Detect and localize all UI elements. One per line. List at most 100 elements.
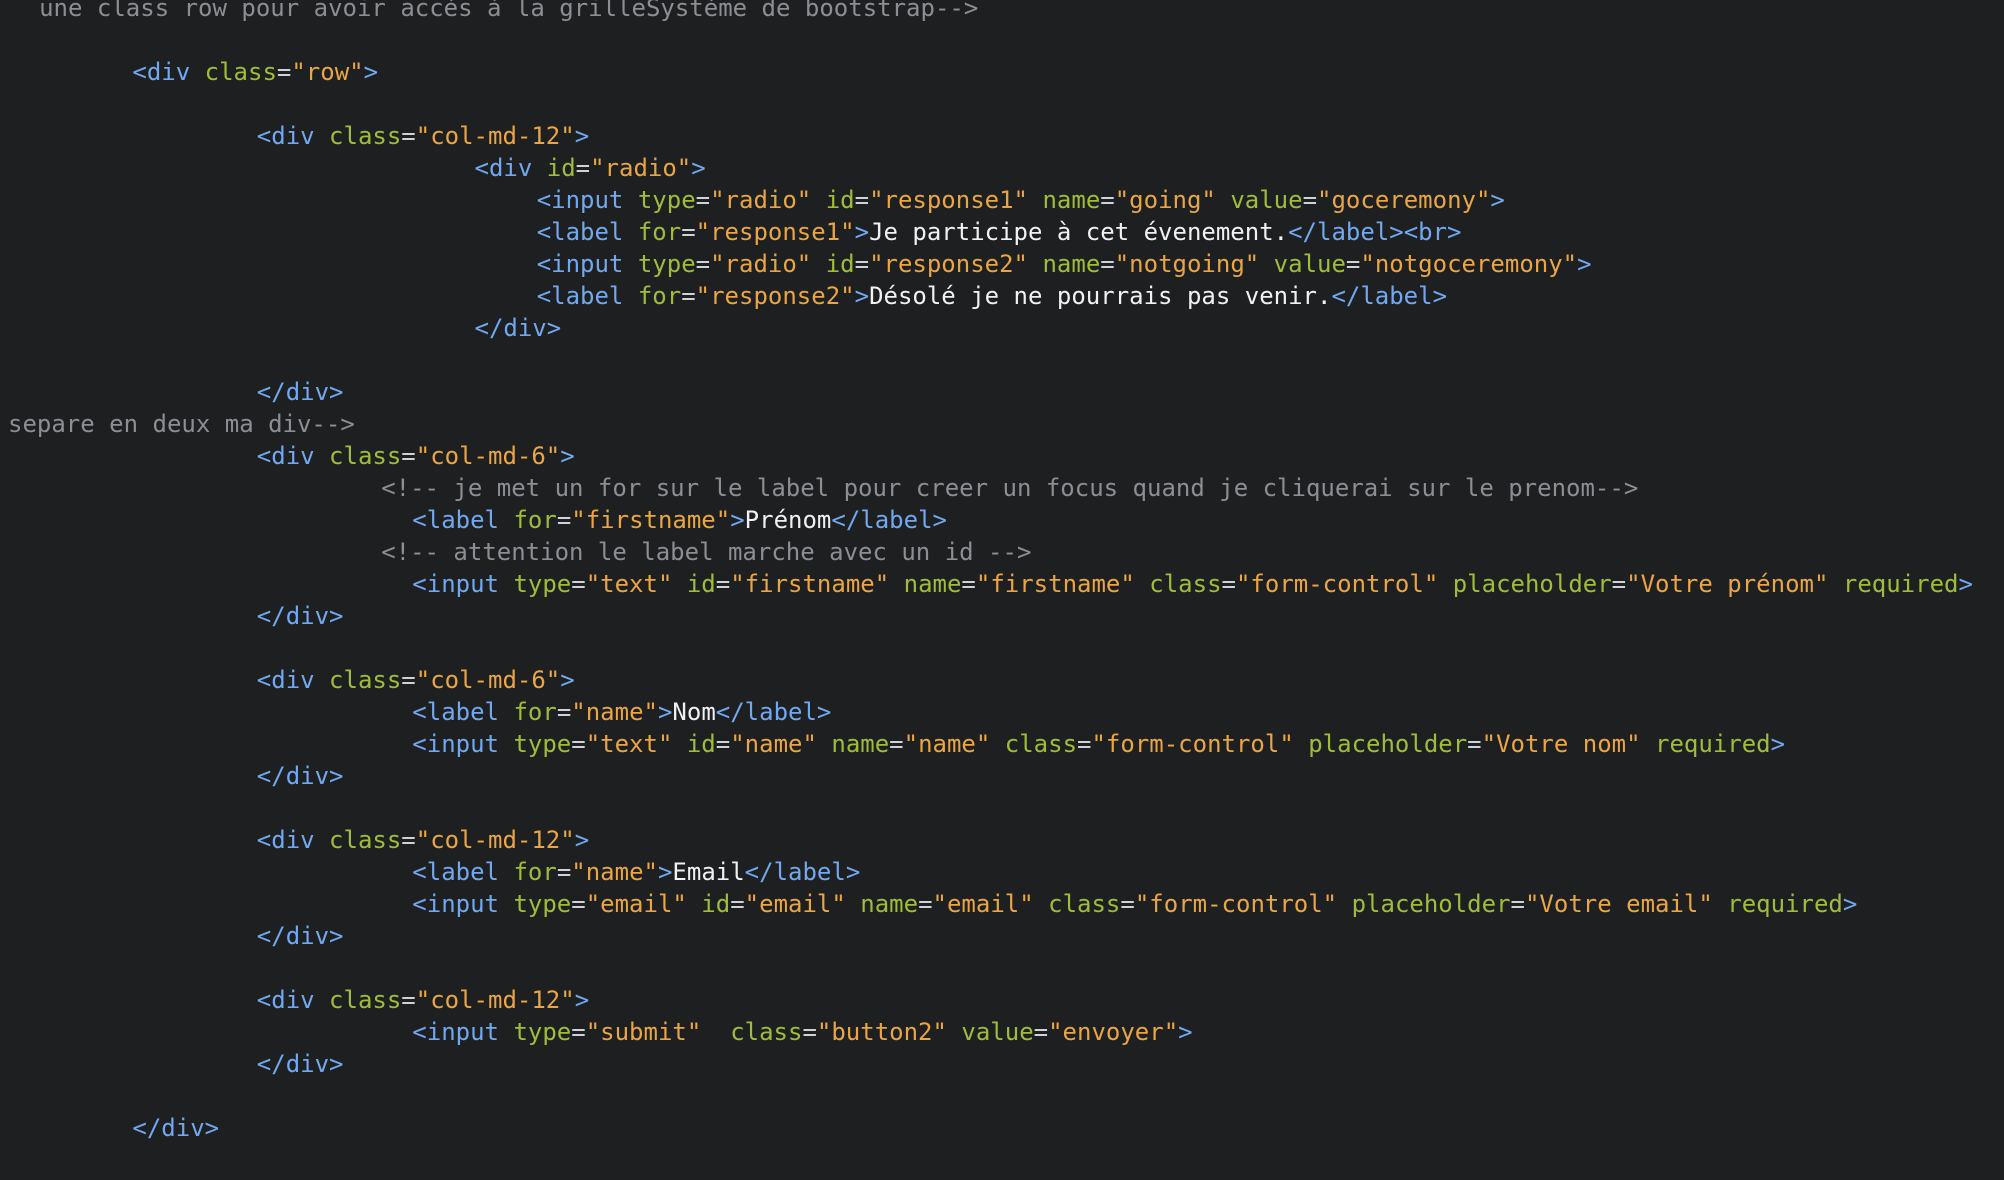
code-line: </div> — [257, 760, 344, 792]
code-token-tag: <div — [474, 154, 547, 182]
code-token-attribute: placeholder — [1438, 570, 1612, 598]
code-token-string: "form-control" — [1134, 890, 1338, 918]
code-token-tag: > — [560, 666, 575, 694]
code-token-attribute: required — [1828, 570, 1959, 598]
code-line: </div> — [132, 1112, 219, 1144]
code-token-punctuation: = — [1033, 1018, 1049, 1046]
code-token-tag: > — [574, 986, 590, 1014]
code-token-string: "text" — [585, 730, 673, 758]
code-token-attribute: for — [637, 282, 682, 310]
code-line: <div class="col-md-12"> — [257, 824, 589, 856]
code-token-punctuation: = — [730, 890, 745, 918]
code-line: <div class="row"> — [132, 56, 378, 88]
code-token-string: "name" — [571, 698, 658, 726]
code-token-string: "col-md-12" — [415, 826, 575, 854]
code-token-tag: > — [1577, 250, 1592, 278]
code-line: </div> — [257, 1048, 344, 1080]
code-token-tag: > — [574, 826, 590, 854]
code-token-attribute: id — [686, 890, 731, 918]
code-line: <input type="text" id="name" name="name"… — [412, 728, 1785, 760]
code-token-punctuation: = — [571, 570, 586, 598]
code-token-string: "col-md-12" — [415, 986, 575, 1014]
code-token-string: "radio" — [710, 250, 812, 278]
code-token-punctuation: = — [1100, 186, 1115, 214]
code-line: <div id="radio"> — [475, 152, 706, 184]
code-token-tag: > — [657, 858, 673, 886]
code-token-punctuation: = — [854, 186, 870, 214]
code-line: <label for="response2">Désolé je ne pour… — [537, 280, 1447, 312]
code-token-attribute: class — [329, 986, 402, 1014]
code-token-attribute: required — [1640, 730, 1771, 758]
code-token-tag: </label> — [715, 698, 832, 726]
code-token-tag: </div> — [256, 1050, 344, 1078]
code-token-attribute: class — [329, 826, 402, 854]
code-token-string: "response2" — [695, 282, 855, 310]
code-token-punctuation: = — [401, 986, 416, 1014]
code-token-string: "name" — [730, 730, 817, 758]
code-token-tag: > — [1770, 730, 1786, 758]
code-token-tag: <label — [536, 218, 638, 246]
code-token-attribute: id — [672, 730, 716, 758]
code-token-punctuation: = — [556, 858, 572, 886]
code-token-tag: > — [363, 58, 379, 86]
code-token-tag: > — [730, 506, 745, 534]
code-token-string: "response1" — [869, 186, 1029, 214]
code-token-attribute: type — [513, 730, 572, 758]
code-token-attribute: placeholder — [1337, 890, 1511, 918]
code-token-text: Email — [672, 858, 745, 886]
code-token-tag: </label> — [744, 858, 861, 886]
code-token-tag: > — [1490, 186, 1505, 214]
code-token-tag: </div> — [132, 1114, 220, 1142]
code-token-attribute: name — [1028, 250, 1101, 278]
code-token-comment: une class row pour avoir accès à la gril… — [39, 0, 979, 22]
code-token-string: "Votre nom" — [1481, 730, 1641, 758]
code-token-text: Je participe à cet évenement. — [869, 218, 1289, 246]
code-token-tag: <div — [132, 58, 205, 86]
code-token-comment: <!-- je met un for sur le label pour cre… — [381, 474, 1639, 502]
code-token-string: "row" — [291, 58, 364, 86]
code-token-string: "name" — [903, 730, 991, 758]
code-token-string: "firstname" — [571, 506, 731, 534]
code-token-tag: <input — [536, 186, 638, 214]
code-token-punctuation: = — [401, 826, 416, 854]
code-token-tag: </div> — [256, 762, 344, 790]
code-token-attribute: id — [546, 154, 576, 182]
code-token-tag: </div> — [256, 378, 344, 406]
code-token-tag: <input — [412, 570, 514, 598]
code-line: <div class="col-md-12"> — [257, 984, 589, 1016]
code-token-attribute: type — [513, 1018, 572, 1046]
code-token-punctuation: = — [802, 1018, 817, 1046]
code-token-attribute: type — [637, 250, 696, 278]
code-token-attribute: placeholder — [1293, 730, 1468, 758]
code-token-attribute: type — [637, 186, 696, 214]
code-token-attribute: class — [329, 122, 402, 150]
code-token-punctuation: = — [681, 282, 696, 310]
code-token-tag: <input — [412, 890, 514, 918]
code-line: </div> — [257, 376, 344, 408]
code-token-attribute: class — [329, 442, 402, 470]
code-token-string: "firstname" — [730, 570, 890, 598]
code-token-string: "email" — [585, 890, 687, 918]
code-line: <label for="name">Nom</label> — [412, 696, 831, 728]
code-token-string: "Votre prénom" — [1626, 570, 1829, 598]
code-token-tag: </div> — [474, 314, 562, 342]
code-token-tag: > — [560, 442, 575, 470]
code-token-punctuation: = — [1302, 186, 1318, 214]
code-token-punctuation: = — [854, 250, 870, 278]
code-editor[interactable]: une class row pour avoir accès à la gril… — [0, 0, 2004, 1180]
code-token-string: "radio" — [590, 154, 692, 182]
code-token-punctuation: = — [695, 250, 711, 278]
code-token-tag: </label><br> — [1288, 218, 1462, 246]
code-line: </div> — [257, 600, 344, 632]
code-token-tag: <label — [536, 282, 638, 310]
code-line: <!-- je met un for sur le label pour cre… — [381, 472, 1638, 504]
code-token-tag: <div — [256, 122, 330, 150]
code-token-comment: <!-- attention le label marche avec un i… — [381, 538, 1032, 566]
code-token-string: "radio" — [710, 186, 812, 214]
code-token-string: "email" — [744, 890, 846, 918]
code-line: </div> — [475, 312, 562, 344]
code-token-attribute: name — [889, 570, 962, 598]
code-token-tag: </label> — [831, 506, 947, 534]
code-token-string: "form-control" — [1091, 730, 1294, 758]
code-token-attribute: class — [1134, 570, 1222, 598]
